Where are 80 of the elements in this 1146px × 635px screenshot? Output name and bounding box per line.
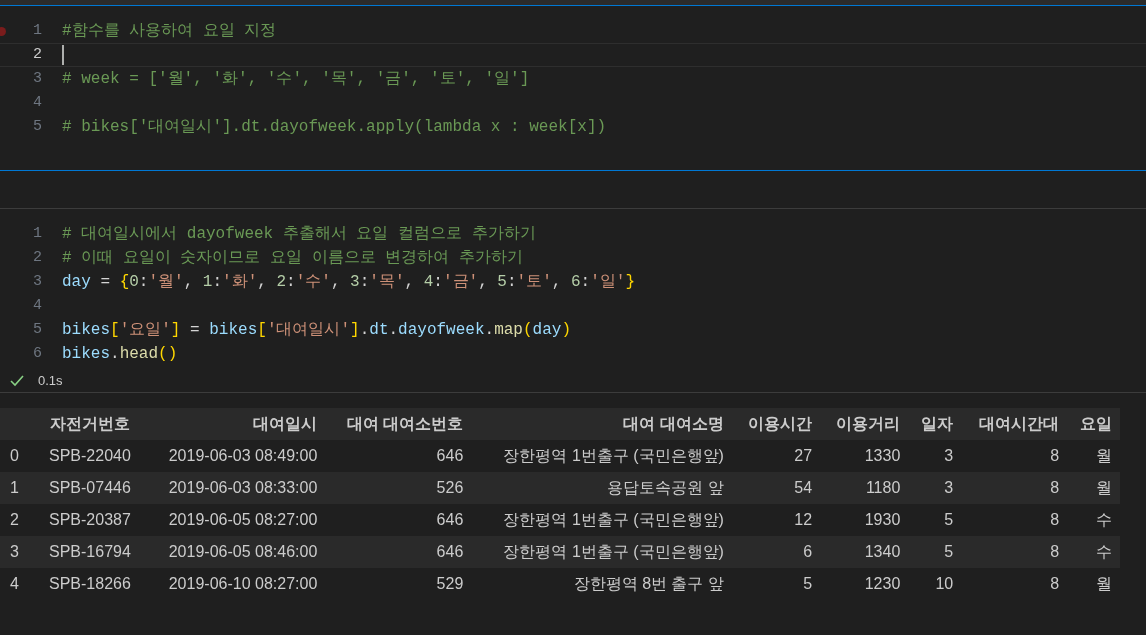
code-line: # 대여일시에서 dayofweek 추출해서 요일 컬럼으로 추가하기 [62,224,536,245]
row-index: 2 [0,504,36,536]
code-line: day = {0:'월', 1:'화', 2:'수', 3:'목', 4:'금', 5:'토', 6:'일'} [62,272,635,293]
table-cell: 2019-06-05 08:27:00 [143,504,326,536]
table-cell: 용답토속공원 앞 [471,472,732,504]
code-line: # bikes['대여일시'].dt.dayofweek.apply(lambda x : week[x]) [62,117,607,138]
table-cell: 27 [731,440,821,472]
table-cell: 10 [908,568,962,600]
line-number: 2 [32,247,42,268]
table-cell: SPB-22040 [36,440,144,472]
line-number: 5 [32,319,42,340]
table-cell: 1230 [820,568,909,600]
table-cell: 1330 [820,440,909,472]
table-cell: 5 [908,536,962,568]
table-cell: 8 [961,536,1068,568]
table-cell: 월 [1067,568,1120,600]
line-number: 1 [32,20,42,41]
table-cell: 수 [1067,504,1120,536]
table-cell: 6 [731,536,821,568]
table-cell: 1930 [820,504,909,536]
table-cell: 월 [1067,440,1120,472]
table-cell: 54 [731,472,821,504]
column-header: 이용시간 [731,408,821,440]
column-header: 대여시간대 [961,408,1068,440]
table-cell: SPB-18266 [36,568,144,600]
code-line: bikes['요일'] = bikes['대여일시'].dt.dayofweek.map(day) [62,320,571,341]
line-number: 4 [32,295,42,316]
row-index: 3 [0,536,36,568]
line-number: 5 [32,116,42,137]
table-cell: 1180 [820,472,909,504]
column-header: 대여 대여소명 [471,408,732,440]
table-cell: 529 [325,568,472,600]
table-cell: 월 [1067,472,1120,504]
line-number: 1 [32,223,42,244]
table-cell: 646 [325,504,472,536]
table-cell: 12 [731,504,821,536]
table-cell: 장한평역 8번 출구 앞 [471,568,732,600]
table-cell: 8 [961,504,1068,536]
table-cell: 526 [325,472,472,504]
table-cell: 3 [908,472,962,504]
table-cell: 장한평역 1번출구 (국민은행앞) [471,504,732,536]
row-index: 1 [0,472,36,504]
line-number: 6 [32,343,42,364]
line-number: 4 [32,92,42,113]
code-line: bikes.head() [62,344,178,365]
table-cell: SPB-20387 [36,504,144,536]
table-cell: SPB-07446 [36,472,144,504]
table-cell: 2019-06-03 08:33:00 [143,472,326,504]
line-number: 3 [32,68,42,89]
code-line: # week = ['월', '화', '수', '목', '금', '토', '일'] [62,69,530,90]
table-cell: 장한평역 1번출구 (국민은행앞) [471,536,732,568]
column-header: 대여일시 [143,408,326,440]
table-cell: 8 [961,472,1068,504]
row-index: 0 [0,440,36,472]
table-cell: 수 [1067,536,1120,568]
table-cell: 1340 [820,536,909,568]
table-cell: 3 [908,440,962,472]
line-number: 3 [32,271,42,292]
table-cell: 5 [731,568,821,600]
table-cell: 5 [908,504,962,536]
column-header: 이용거리 [820,408,909,440]
line-number: 2 [32,44,42,65]
table-cell: 2019-06-05 08:46:00 [143,536,326,568]
table-cell: 646 [325,440,472,472]
table-cell: 8 [961,440,1068,472]
table-cell: 2019-06-03 08:49:00 [143,440,326,472]
table-cell: 8 [961,568,1068,600]
column-header: 대여 대여소번호 [325,408,472,440]
table-cell: 2019-06-10 08:27:00 [143,568,326,600]
row-index: 4 [0,568,36,600]
table-cell: 646 [325,536,472,568]
table-cell: SPB-16794 [36,536,144,568]
column-header: 자전거번호 [36,408,144,440]
column-header: 요일 [1067,408,1120,440]
code-cell[interactable]: 1 #함수를 사용하여 요일 지정 2 3 # week = ['월', '화', '수', '목', '금', '토', '일'] 4 5 # bikes['대여일시'].dt.dayofweek.apply(lambda x : week[x]) [0,5,1146,171]
execution-time: 0.1s [38,371,63,390]
column-header: 일자 [908,408,962,440]
code-line: # 이때 요일이 숫자이므로 요일 이름으로 변경하여 추가하기 [62,248,523,269]
table-cell: 장한평역 1번출구 (국민은행앞) [471,440,732,472]
code-line: #함수를 사용하여 요일 지정 [62,21,277,42]
